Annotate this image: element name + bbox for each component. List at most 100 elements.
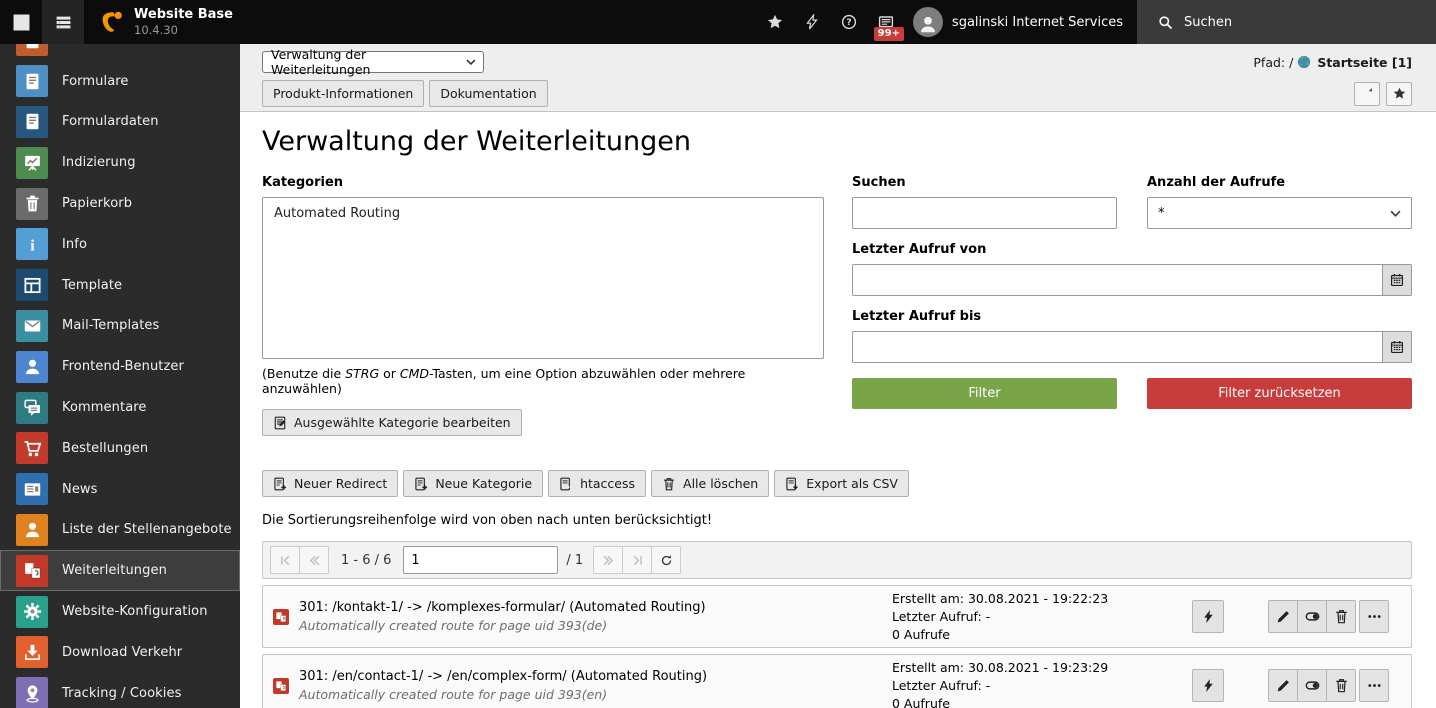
search-label: Suchen bbox=[852, 175, 906, 190]
action-toolbar: Neuer Redirect Neue Kategorie htaccess Alle… bbox=[262, 470, 1412, 497]
topbar: Website Base 10.4.30 99+ sgalinski Inter… bbox=[0, 0, 1436, 44]
redirect-record-icon bbox=[273, 608, 289, 625]
product-information-button[interactable]: Produkt-Informationen bbox=[262, 80, 425, 107]
bolt-icon bbox=[1201, 609, 1216, 624]
pencil-icon bbox=[1276, 678, 1291, 693]
formulare-module-icon bbox=[16, 65, 48, 98]
sidebar-item-info[interactable]: Info bbox=[0, 224, 240, 265]
record-title[interactable]: 301: /en/contact-1/ -> /en/complex-form/… bbox=[299, 669, 892, 684]
sidebar-item-label: Liste der Stellenangebote bbox=[62, 522, 232, 538]
template-module-icon bbox=[16, 269, 48, 302]
new-redirect-button[interactable]: Neuer Redirect bbox=[262, 470, 399, 497]
username[interactable]: sgalinski Internet Services bbox=[952, 15, 1123, 30]
pagination-next-button[interactable] bbox=[593, 546, 624, 574]
papierkorb-module-icon bbox=[16, 187, 48, 220]
avatar[interactable] bbox=[912, 7, 943, 37]
sidebar-item-label: Weiterleitungen bbox=[62, 563, 167, 579]
tracking-cookies-module-icon bbox=[16, 677, 48, 708]
record-edit-button[interactable] bbox=[1268, 600, 1298, 633]
pagetree-toggle-button[interactable] bbox=[42, 0, 84, 44]
last-call-from-input[interactable] bbox=[852, 264, 1382, 296]
sidebar-item-bestellungen[interactable]: Bestellungen bbox=[0, 428, 240, 469]
record-toggle-button[interactable] bbox=[1297, 669, 1327, 702]
more-dots-icon bbox=[1367, 678, 1382, 693]
reload-button[interactable] bbox=[1354, 81, 1380, 106]
categories-multiselect[interactable]: Automated Routing bbox=[262, 197, 824, 359]
record-created: Erstellt am: 30.08.2021 - 19:23:29 bbox=[892, 659, 1109, 675]
delete-all-button[interactable]: Alle löschen bbox=[651, 470, 770, 497]
sidebar-item-formulare[interactable]: Formulare bbox=[0, 61, 240, 102]
breadcrumb: Pfad: / Startseite [1] bbox=[1253, 55, 1412, 70]
sidebar-item-tracking-cookies[interactable]: Tracking / Cookies bbox=[0, 673, 240, 708]
calendar-icon bbox=[1390, 340, 1404, 354]
calls-count-select[interactable]: * bbox=[1147, 197, 1412, 229]
star-icon bbox=[1393, 87, 1406, 100]
sidebar-item-weiterleitungen[interactable]: Weiterleitungen bbox=[0, 550, 240, 592]
modules-toggle-button[interactable] bbox=[0, 0, 42, 44]
new-category-button[interactable]: Neue Kategorie bbox=[403, 470, 544, 497]
record-more-button[interactable] bbox=[1359, 600, 1389, 633]
last-call-to-input[interactable] bbox=[852, 331, 1382, 363]
sidebar-item-kommentare[interactable]: Kommentare bbox=[0, 387, 240, 428]
sidebar-item-frontend-benutzer[interactable]: Frontend-Benutzer bbox=[0, 346, 240, 387]
bookmark-toolbar-button[interactable] bbox=[757, 0, 794, 44]
pagination-refresh-button[interactable] bbox=[651, 546, 682, 574]
documentation-button[interactable]: Dokumentation bbox=[429, 80, 548, 107]
product-name: Website Base bbox=[134, 6, 233, 22]
brand[interactable]: Website Base 10.4.30 bbox=[134, 7, 233, 38]
record-test-button[interactable] bbox=[1192, 669, 1224, 702]
record-delete-button[interactable] bbox=[1326, 669, 1356, 702]
htaccess-button[interactable]: htaccess bbox=[548, 470, 647, 497]
datepicker-from-button[interactable] bbox=[1382, 264, 1412, 296]
sidebar-item-label: Kommentare bbox=[62, 400, 147, 416]
sidebar-item-template[interactable]: Template bbox=[0, 265, 240, 306]
record-edit-button[interactable] bbox=[1268, 669, 1298, 702]
filter-reset-button[interactable]: Filter zurücksetzen bbox=[1147, 378, 1412, 409]
pagination-first-button[interactable] bbox=[270, 546, 300, 574]
record-toggle-button[interactable] bbox=[1297, 600, 1327, 633]
sidebar-item-download-verkehr[interactable]: Download Verkehr bbox=[0, 632, 240, 673]
pagination-prev-button[interactable] bbox=[299, 546, 329, 574]
pagination-page-input[interactable] bbox=[403, 546, 559, 574]
record-title[interactable]: 301: /kontakt-1/ -> /komplexes-formular/… bbox=[299, 600, 892, 615]
trash-icon bbox=[1334, 678, 1349, 693]
htaccess-icon bbox=[559, 477, 573, 491]
refresh-icon bbox=[1361, 87, 1374, 100]
datepicker-to-button[interactable] bbox=[1382, 331, 1412, 363]
sidebar-item-stellenangebote[interactable]: Liste der Stellenangebote bbox=[0, 510, 240, 551]
system-information-button[interactable]: 99+ bbox=[868, 0, 905, 44]
bookmark-button[interactable] bbox=[1386, 81, 1412, 106]
sidebar-item-news[interactable]: News bbox=[0, 469, 240, 510]
module-menu: Formulare Formulardaten Indizierung Papierk… bbox=[0, 44, 240, 708]
category-option[interactable]: Automated Routing bbox=[267, 202, 819, 225]
module-function-select[interactable]: Verwaltung der Weiterleitungen bbox=[262, 47, 484, 77]
more-dots-icon bbox=[1367, 609, 1382, 624]
filter-button[interactable]: Filter bbox=[852, 378, 1117, 409]
search-input[interactable] bbox=[852, 197, 1117, 229]
sidebar-item-website-konfiguration[interactable]: Website-Konfiguration bbox=[0, 591, 240, 632]
sidebar-item-mail-templates[interactable]: Mail-Templates bbox=[0, 306, 240, 347]
live-search[interactable]: Suchen bbox=[1137, 0, 1436, 44]
docheader: Verwaltung der Weiterleitungen Pfad: / S… bbox=[240, 44, 1436, 112]
record-delete-button[interactable] bbox=[1326, 600, 1356, 633]
formulardaten-module-icon bbox=[16, 105, 48, 138]
export-csv-button[interactable]: Export als CSV bbox=[774, 470, 909, 497]
sidebar-item-formulardaten[interactable]: Formulardaten bbox=[0, 102, 240, 143]
record-more-button[interactable] bbox=[1359, 669, 1389, 702]
delete-all-icon bbox=[662, 477, 676, 491]
pagination-total: / 1 bbox=[566, 552, 584, 568]
sidebar-item-papierkorb[interactable]: Papierkorb bbox=[0, 183, 240, 224]
pagination-last-button[interactable] bbox=[622, 546, 653, 574]
typo3-logo bbox=[102, 11, 122, 32]
help-toolbar-button[interactable] bbox=[831, 0, 868, 44]
edit-category-button[interactable]: Ausgewählte Kategorie bearbeiten bbox=[262, 409, 522, 436]
bolt-icon bbox=[1201, 678, 1216, 693]
indizierung-module-icon bbox=[16, 146, 48, 179]
sorting-note: Die Sortierungsreihenfolge wird von oben… bbox=[262, 513, 713, 528]
sidebar-item-clipped-top[interactable] bbox=[0, 44, 240, 61]
sidebar-item-indizierung[interactable]: Indizierung bbox=[0, 142, 240, 183]
record-test-button[interactable] bbox=[1192, 600, 1224, 633]
globe-icon bbox=[1297, 55, 1311, 69]
clear-cache-toolbar-button[interactable] bbox=[794, 0, 831, 44]
path-label: Pfad: / bbox=[1253, 54, 1294, 70]
